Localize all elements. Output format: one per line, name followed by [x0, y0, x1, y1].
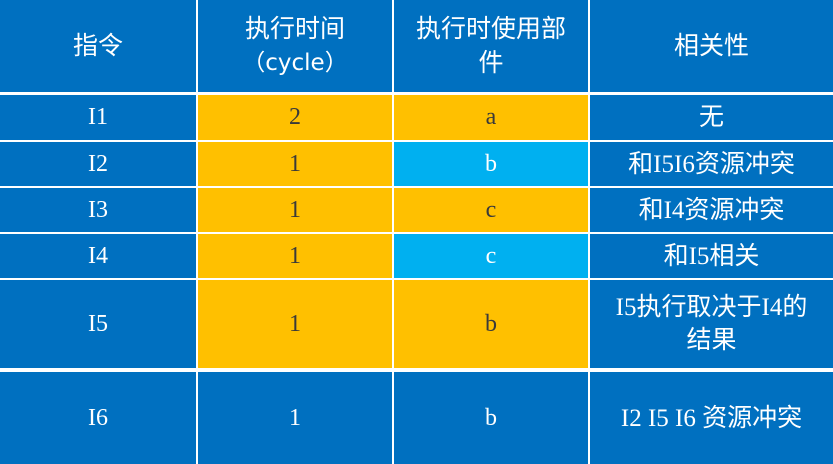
dependency-text: 和I5相关 — [663, 242, 760, 270]
dependency-cell: 和I5相关 — [590, 234, 833, 278]
cycles-value: 1 — [289, 196, 301, 223]
cycles-cell: 1 — [198, 370, 392, 464]
dependency-text: I5执行取决于I4的 — [615, 294, 808, 321]
unit-cell: b — [394, 370, 588, 464]
dependency-cell: 和I4资源冲突 — [590, 188, 833, 232]
cycles-value: 2 — [289, 104, 301, 130]
unit-cell: a — [394, 94, 588, 140]
header-instruction: 指令 — [0, 0, 196, 92]
unit-value: a — [485, 104, 497, 130]
unit-cell: b — [394, 142, 588, 186]
dependency-text: I2 I5 I6 资源冲突 — [620, 404, 803, 432]
cycles-value: 1 — [289, 404, 301, 431]
header-label-wrap: 件 — [478, 48, 504, 77]
header-exec-time: 执行时间 （cycle） — [198, 0, 392, 92]
dependency-text: 无 — [698, 104, 724, 131]
dependency-cell: I5执行取决于I4的 结果 — [590, 280, 833, 368]
cycles-value: 1 — [289, 242, 301, 269]
instruction-cell: I1 — [0, 94, 196, 140]
dependency-text: 和I5I6资源冲突 — [628, 150, 795, 178]
unit-value: c — [485, 196, 497, 223]
header-label: 相关性 — [673, 31, 749, 60]
unit-cell: c — [394, 188, 588, 232]
instruction-name: I5 — [88, 310, 108, 337]
cycles-cell: 1 — [198, 188, 392, 232]
instruction-cell: I4 — [0, 234, 196, 278]
instruction-cell: I5 — [0, 280, 196, 368]
dependency-text: 和I4资源冲突 — [638, 196, 785, 224]
header-label: 执行时使用部 — [415, 14, 566, 43]
dependency-cell: 无 — [590, 94, 833, 140]
unit-cell: c — [394, 234, 588, 278]
cycles-cell: 1 — [198, 142, 392, 186]
unit-value: b — [485, 310, 497, 337]
instruction-cell: I2 — [0, 142, 196, 186]
dependency-text-wrap: 结果 — [686, 327, 737, 354]
cycles-value: 1 — [289, 150, 301, 177]
dependency-cell: 和I5I6资源冲突 — [590, 142, 833, 186]
instruction-name: I2 — [88, 150, 108, 177]
unit-value: b — [485, 404, 497, 431]
header-dependency: 相关性 — [590, 0, 833, 92]
instruction-name: I1 — [88, 104, 108, 130]
instruction-cell: I6 — [0, 370, 196, 464]
instruction-name: I4 — [88, 242, 108, 269]
header-label: 执行时间 — [244, 14, 345, 43]
cycles-cell: 1 — [198, 234, 392, 278]
unit-value: b — [485, 150, 497, 177]
header-label-unit: （cycle） — [242, 50, 348, 76]
header-label: 指令 — [72, 31, 123, 60]
instruction-name: I3 — [88, 196, 108, 223]
cycles-value: 1 — [289, 310, 301, 337]
instruction-cell: I3 — [0, 188, 196, 232]
cycles-cell: 1 — [198, 280, 392, 368]
unit-cell: b — [394, 280, 588, 368]
cycles-cell: 2 — [198, 94, 392, 140]
dependency-cell: I2 I5 I6 资源冲突 — [590, 370, 833, 464]
instruction-name: I6 — [88, 404, 108, 431]
header-exec-unit: 执行时使用部 件 — [394, 0, 588, 92]
unit-value: c — [485, 242, 497, 269]
instruction-table: 指令 执行时间 （cycle） 执行时使用部 件 相关性 I1 2 a 无 I2 — [0, 0, 833, 464]
